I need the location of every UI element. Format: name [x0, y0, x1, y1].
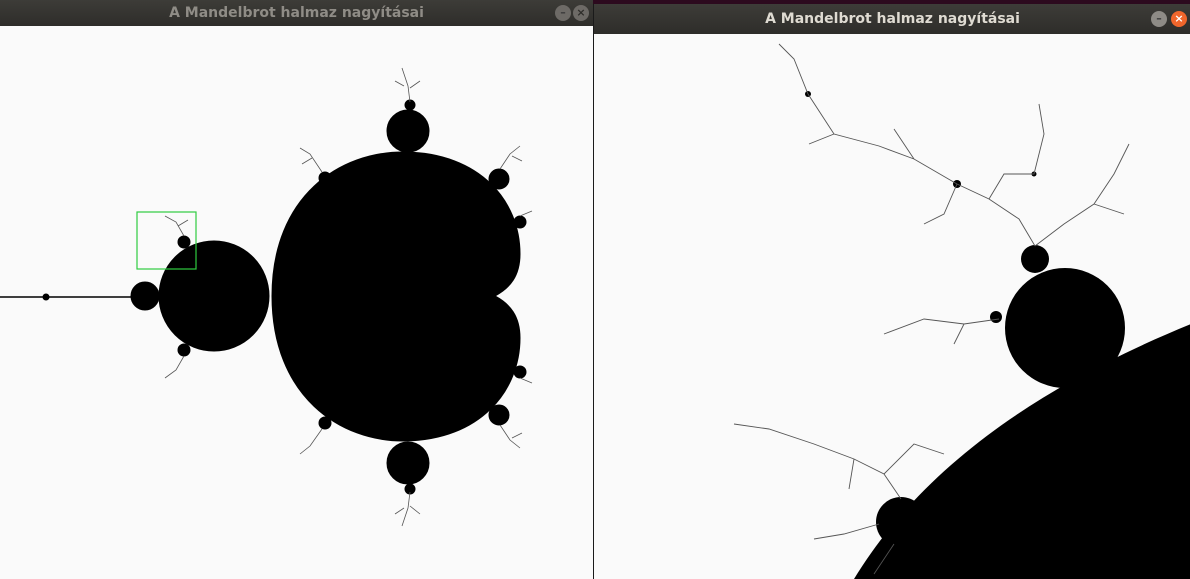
close-button[interactable]: × [573, 5, 589, 21]
main-cardioid [271, 151, 521, 442]
window-title: A Mandelbrot halmaz nagyításai [169, 5, 424, 21]
period-two-bulb [158, 240, 270, 352]
window-titlebar[interactable]: A Mandelbrot halmaz nagyításai – × [0, 0, 593, 26]
mini-bulb [42, 293, 50, 301]
mandelbrot-window-overview[interactable]: A Mandelbrot halmaz nagyításai – × [0, 0, 593, 579]
close-button[interactable]: × [1171, 11, 1187, 27]
top-bulb [386, 109, 430, 153]
mandelbrot-overview-image [0, 67, 533, 527]
window-titlebar[interactable]: A Mandelbrot halmaz nagyításai – × [594, 4, 1190, 34]
bottom-bulb [386, 441, 430, 485]
window-title: A Mandelbrot halmaz nagyításai [765, 11, 1020, 27]
minimize-button[interactable]: – [1151, 11, 1167, 27]
zoomed-bulb [1005, 268, 1125, 388]
minimize-button[interactable]: – [555, 5, 571, 21]
mandelbrot-canvas[interactable] [594, 34, 1190, 579]
mandelbrot-canvas[interactable] [0, 26, 593, 579]
small-bulb [130, 281, 160, 311]
mandelbrot-zoom-image [733, 43, 1190, 579]
mandelbrot-window-zoom[interactable]: A Mandelbrot halmaz nagyításai – × [593, 4, 1190, 579]
zoomed-small-bulb [876, 497, 926, 547]
